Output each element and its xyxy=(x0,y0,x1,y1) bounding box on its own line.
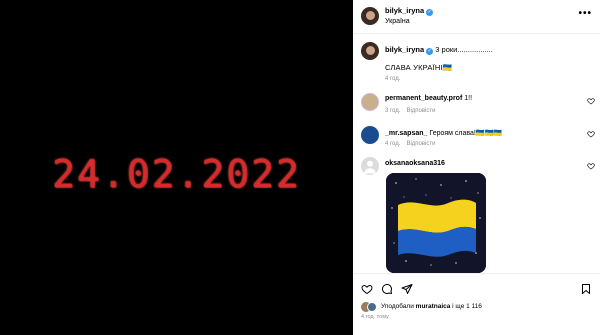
comment-line: _mr.sapsan_ Героям слава!🇺🇦🇺🇦🇺🇦 xyxy=(385,129,502,137)
likes-prefix: Уподобали xyxy=(381,303,414,310)
reply-button[interactable]: Відповісти xyxy=(406,108,435,114)
post-media[interactable]: 24.02.2022 xyxy=(0,0,353,335)
likes-user[interactable]: muratnaica xyxy=(416,303,451,310)
likes-row: Уподобали muratnaica і ще 1 116 xyxy=(353,301,600,315)
comment-image-flag[interactable] xyxy=(386,173,486,273)
caption-posted-time: 4 год. xyxy=(385,76,401,82)
heart-icon[interactable] xyxy=(587,97,595,105)
comment-username[interactable]: permanent_beauty.prof xyxy=(385,95,462,102)
comment-username[interactable]: _mr.sapsan_ xyxy=(385,130,427,137)
verified-icon: ✓ xyxy=(426,9,434,16)
likes-text[interactable]: Уподобали muratnaica і ще 1 116 xyxy=(381,303,482,310)
caption-dots: ................. xyxy=(457,45,493,54)
comment-time: 3 год. xyxy=(385,108,401,114)
comment-avatar[interactable] xyxy=(361,93,379,111)
post-time: 4 год. тому xyxy=(361,314,389,320)
action-bar xyxy=(353,273,600,301)
more-icon[interactable]: ••• xyxy=(578,8,592,19)
liker-avatar[interactable] xyxy=(367,302,377,312)
comment-text: Героям слава!🇺🇦🇺🇦🇺🇦 xyxy=(429,130,503,137)
post-location[interactable]: Україна xyxy=(385,18,410,25)
comment-username[interactable]: oksanaoksana316 xyxy=(385,160,445,167)
author-avatar[interactable] xyxy=(361,7,379,25)
author-username[interactable]: bilyk_iryna xyxy=(385,6,424,15)
caption-avatar[interactable] xyxy=(361,42,379,60)
bookmark-icon[interactable] xyxy=(580,283,592,295)
comment-line: permanent_beauty.prof 1!! xyxy=(385,95,472,102)
comment-text: 1!! xyxy=(464,95,473,102)
comment-time: 4 год. xyxy=(385,141,401,147)
heart-icon[interactable] xyxy=(361,283,373,295)
reply-button[interactable]: Відповісти xyxy=(406,141,435,147)
caption-username[interactable]: bilyk_iryna xyxy=(385,45,424,54)
heart-icon[interactable] xyxy=(587,130,595,138)
comment-meta: 3 год. Відповісти xyxy=(385,108,435,114)
caption-text: СЛАВА УКРАЇНІ🇺🇦 xyxy=(385,63,453,72)
comment-line: oksanaoksana316 xyxy=(385,160,445,167)
comment-icon[interactable] xyxy=(381,283,393,295)
likes-suffix[interactable]: і ще 1 116 xyxy=(452,303,482,310)
heart-icon[interactable] xyxy=(587,162,595,170)
post-panel: bilyk_iryna ✓ Україна ••• bilyk_iryna ✓ 3 … xyxy=(353,0,600,335)
post-header: bilyk_iryna ✓ Україна ••• xyxy=(353,0,600,34)
share-icon[interactable] xyxy=(401,283,413,295)
comment-avatar[interactable] xyxy=(361,126,379,144)
verified-icon: ✓ xyxy=(426,48,434,55)
caption-line: bilyk_iryna ✓ 3 роки................. xyxy=(385,45,493,55)
default-avatar-icon[interactable] xyxy=(361,157,379,175)
caption-time-ago: 3 роки xyxy=(435,45,458,54)
media-date-text: 24.02.2022 xyxy=(52,152,301,196)
comment-meta: 4 год. Відповісти xyxy=(385,141,435,147)
